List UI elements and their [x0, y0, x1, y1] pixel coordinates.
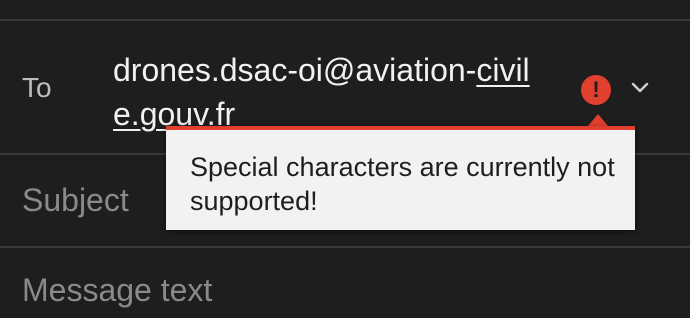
divider [0, 19, 690, 21]
recipient-text-plain: drones.dsac-oi@aviation- [113, 52, 477, 88]
message-text-input[interactable]: Message text [22, 272, 212, 309]
recipient-line-1: drones.dsac-oi@aviation-civil [113, 48, 573, 92]
subject-input[interactable]: Subject [22, 182, 129, 219]
email-compose-screen: To drones.dsac-oi@aviation-civil e.gouv.… [0, 0, 690, 318]
to-label: To [22, 72, 52, 103]
recipient-text-flagged: civil [476, 52, 530, 88]
divider [0, 246, 690, 248]
error-icon[interactable]: ! [581, 75, 611, 105]
tooltip-arrow [588, 114, 608, 126]
recipient-chip[interactable]: drones.dsac-oi@aviation-civil e.gouv.fr [113, 48, 573, 136]
chevron-down-icon[interactable] [628, 76, 652, 100]
error-tooltip: Special characters are currently not sup… [166, 126, 635, 230]
tooltip-message: Special characters are currently not sup… [190, 152, 615, 216]
